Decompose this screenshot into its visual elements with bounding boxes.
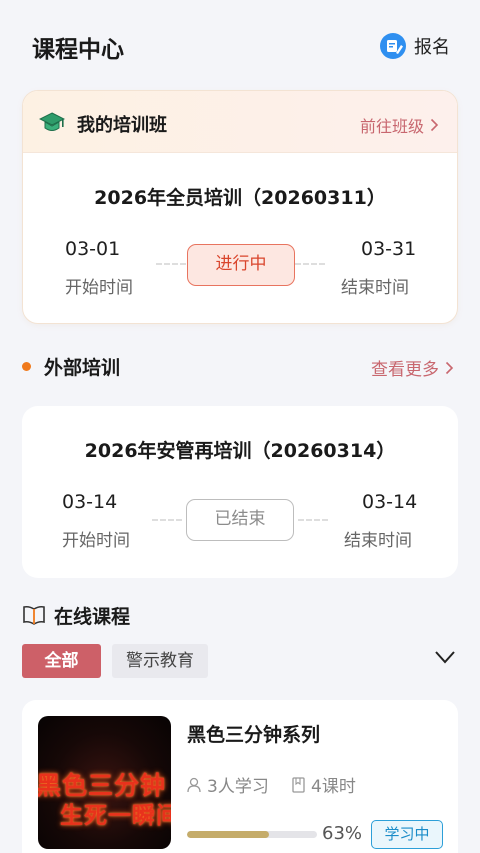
goto-class-link[interactable]: 前往班级	[360, 113, 439, 137]
divider-dash	[295, 263, 325, 265]
start-date-label: 开始时间	[65, 278, 133, 298]
learner-count-label: 3人学习	[207, 777, 269, 797]
course-card[interactable]: 黑色三分钟 生死一瞬间 黑色三分钟系列 3人学习 4课时 63% 学习中	[22, 700, 458, 853]
my-training-title: 我的培训班	[77, 115, 167, 136]
chevron-right-icon	[430, 118, 439, 132]
view-more-link[interactable]: 查看更多	[371, 355, 454, 380]
status-badge: 进行中	[187, 244, 295, 286]
status-badge: 学习中	[371, 820, 443, 849]
end-date: 03-31	[361, 238, 417, 260]
start-date-label: 开始时间	[62, 531, 130, 551]
course-title[interactable]: 黑色三分钟系列	[187, 720, 320, 747]
learner-count: 3人学习	[187, 772, 269, 797]
progress-percent: 63%	[322, 823, 363, 844]
page-title: 课程中心	[32, 37, 124, 63]
divider-dash	[298, 519, 328, 521]
divider-dash	[156, 263, 186, 265]
header: 课程中心 报名	[0, 0, 480, 90]
end-date-label: 结束时间	[344, 531, 412, 551]
course-thumbnail[interactable]: 黑色三分钟 生死一瞬间	[38, 716, 171, 849]
document-icon	[292, 776, 305, 793]
progress-fill	[187, 831, 269, 838]
signup-button[interactable]: 报名	[380, 32, 450, 60]
my-training-course-name[interactable]: 2026年全员培训（20260311）	[23, 183, 457, 210]
external-training-card[interactable]: 2026年安管再培训（20260314） 03-14 开始时间 已结束 03-1…	[22, 406, 458, 578]
end-date: 03-14	[362, 491, 418, 513]
external-course-name: 2026年安管再培训（20260314）	[84, 440, 396, 462]
start-date: 03-14	[62, 491, 118, 513]
online-courses-section-header: 在线课程	[0, 601, 480, 631]
my-training-card: 我的培训班 前往班级 2026年全员培训（20260311） 03-01 开始时…	[22, 90, 458, 324]
chevron-right-icon	[445, 361, 454, 374]
progress-bar	[187, 831, 317, 838]
tab-warning-education[interactable]: 警示教育	[112, 644, 208, 678]
view-more-label: 查看更多	[371, 360, 439, 380]
my-training-header: 我的培训班 前往班级	[23, 91, 457, 153]
tab-all[interactable]: 全部	[22, 644, 101, 678]
lesson-count-label: 4课时	[311, 777, 356, 797]
signup-label: 报名	[414, 37, 450, 58]
goto-class-label: 前往班级	[359, 117, 424, 136]
person-icon	[187, 777, 201, 792]
chevron-down-icon[interactable]	[434, 650, 456, 664]
edit-badge-icon	[380, 33, 406, 59]
external-training-section-header: 外部培训 查看更多	[0, 352, 480, 382]
end-date-label: 结束时间	[341, 278, 409, 298]
thumbnail-text: 生死一瞬间	[60, 802, 171, 829]
divider-dash	[152, 519, 182, 521]
start-date: 03-01	[65, 238, 121, 260]
external-training-title: 外部培训	[44, 357, 121, 379]
lesson-count: 4课时	[292, 772, 356, 797]
book-icon	[23, 605, 45, 625]
bullet-dot	[22, 362, 31, 371]
graduation-cap-icon	[39, 112, 65, 131]
status-badge: 已结束	[186, 499, 294, 541]
online-courses-title: 在线课程	[54, 606, 131, 628]
